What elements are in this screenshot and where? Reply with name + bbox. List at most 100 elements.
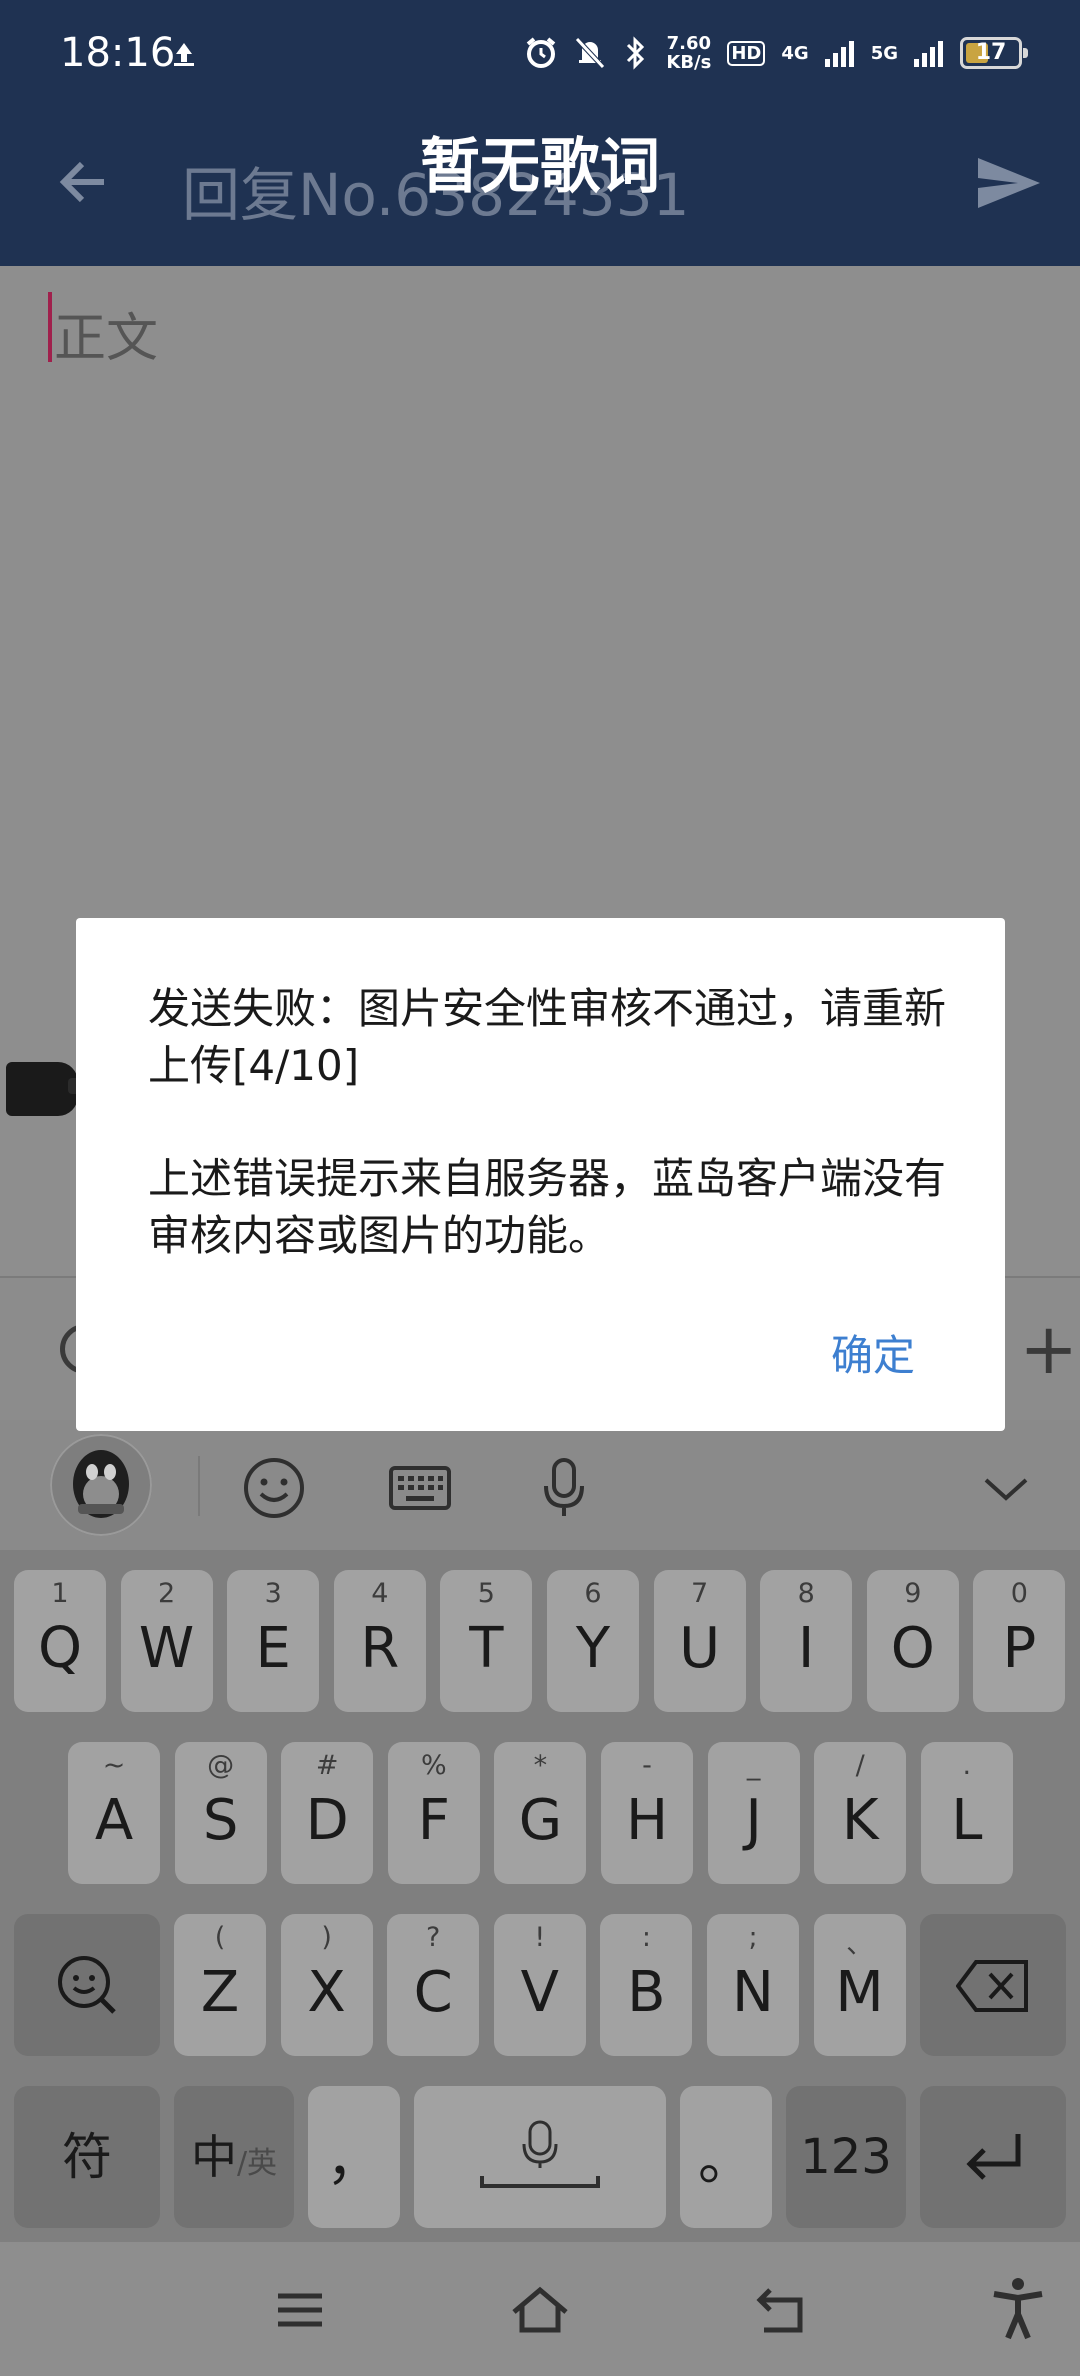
key-secondary-label: 2 xyxy=(158,1578,176,1609)
battery-level: 17 xyxy=(975,40,1007,65)
key-h[interactable]: -H xyxy=(601,1742,693,1884)
status-icons: 7.60 KB/s HD 4G 5G 17 xyxy=(524,30,1028,76)
key-secondary-label: ; xyxy=(748,1922,758,1953)
key-b[interactable]: :B xyxy=(600,1914,693,2056)
key-l[interactable]: .L xyxy=(920,1742,1013,1884)
key-label: M xyxy=(835,1960,884,2025)
key-label: A xyxy=(94,1788,134,1853)
key-secondary-label: ? xyxy=(426,1922,441,1953)
language-toggle-key[interactable]: 中/英 xyxy=(174,2086,294,2228)
key-secondary-label: ( xyxy=(214,1922,226,1953)
key-label: H xyxy=(625,1788,669,1853)
key-y[interactable]: 6Y xyxy=(547,1570,639,1712)
key-m[interactable]: 、 M xyxy=(813,1914,906,2056)
key-s[interactable]: @ S xyxy=(174,1742,267,1884)
accessibility-icon[interactable] xyxy=(990,2276,1046,2340)
key-t[interactable]: 5T xyxy=(440,1570,533,1712)
hd-badge: HD xyxy=(727,40,766,66)
microphone-icon[interactable] xyxy=(532,1456,596,1520)
key-g[interactable]: * G xyxy=(494,1742,587,1884)
dialog-message-note: 上述错误提示来自服务器，蓝岛客户端没有审核内容或图片的功能。 xyxy=(148,1154,947,1260)
system-nav-bar xyxy=(0,2242,1080,2376)
key-label: R xyxy=(360,1616,400,1681)
key-secondary-label: ! xyxy=(534,1922,546,1953)
comma-key[interactable]: ， xyxy=(308,2086,400,2228)
key-c[interactable]: ? C xyxy=(387,1914,480,2056)
signal-icon xyxy=(824,41,854,67)
key-r[interactable]: 4R xyxy=(333,1570,426,1712)
menu-icon[interactable] xyxy=(272,2282,328,2338)
signal-icon xyxy=(914,41,943,67)
space-key[interactable] xyxy=(414,2086,666,2228)
keyboard-icon[interactable] xyxy=(388,1456,452,1520)
backspace-key[interactable] xyxy=(920,1914,1066,2056)
emoji-key[interactable] xyxy=(14,1914,160,2056)
key-label: N xyxy=(732,1960,774,2025)
smiley-icon[interactable] xyxy=(242,1456,306,1520)
backspace-icon xyxy=(956,1960,1028,2012)
key-label: Z xyxy=(200,1960,240,2025)
key-n[interactable]: ; N xyxy=(707,1914,799,2056)
chevron-down-icon[interactable] xyxy=(976,1456,1036,1520)
key-e[interactable]: 3E xyxy=(227,1570,320,1712)
net-speed: 7.60 KB/s xyxy=(666,33,712,73)
key-v[interactable]: ! V xyxy=(493,1914,586,2056)
numbers-key[interactable]: 123 xyxy=(786,2086,906,2228)
key-p[interactable]: 0P xyxy=(973,1570,1066,1712)
key-secondary-label: _ xyxy=(746,1750,761,1781)
symbol-key[interactable]: 符 xyxy=(14,2086,160,2228)
mute-bell-icon xyxy=(575,37,606,69)
key-o[interactable]: 9O xyxy=(866,1570,959,1712)
key-secondary-label: / xyxy=(855,1750,865,1781)
key-f[interactable]: % F xyxy=(387,1742,480,1884)
key-secondary-label: 9 xyxy=(904,1578,922,1609)
key-secondary-label: 4 xyxy=(371,1578,389,1609)
key-u[interactable]: 7U xyxy=(653,1570,746,1712)
key-i[interactable]: 8I xyxy=(760,1570,853,1712)
period-key[interactable]: 。 xyxy=(680,2086,772,2228)
search-emoji-icon xyxy=(58,1956,116,2014)
key-d[interactable]: # D xyxy=(281,1742,374,1884)
status-time: 18:16 xyxy=(60,30,176,76)
qq-penguin-avatar[interactable] xyxy=(50,1434,152,1536)
confirm-button[interactable]: 确定 xyxy=(831,1322,915,1383)
bluetooth-icon xyxy=(627,36,645,70)
key-k[interactable]: / K xyxy=(814,1742,907,1884)
key-x[interactable]: ) X xyxy=(280,1914,373,2056)
key-label: D xyxy=(305,1788,349,1853)
key-label: U xyxy=(679,1616,721,1681)
key-j[interactable]: _ J xyxy=(707,1742,800,1884)
upload-status-icon xyxy=(174,43,194,66)
sim1-network: 4G xyxy=(781,42,809,64)
home-icon[interactable] xyxy=(510,2282,570,2338)
key-label: W xyxy=(138,1616,195,1681)
lyric-overlay: 暂无歌词 xyxy=(420,132,660,202)
status-bar: 18:16 7.60 KB/s HD 4G 5G 17 xyxy=(0,0,1080,100)
key-label: Q xyxy=(37,1616,83,1681)
key-label: X xyxy=(307,1960,346,2025)
key-label: P xyxy=(1002,1616,1037,1681)
key-secondary-label: * xyxy=(533,1750,548,1781)
battery-icon: 17 xyxy=(960,37,1028,69)
toolbar-divider xyxy=(198,1456,200,1516)
key-label: B xyxy=(627,1960,666,2025)
enter-key[interactable] xyxy=(920,2086,1066,2228)
key-w[interactable]: 2W xyxy=(120,1570,213,1712)
key-label: I xyxy=(797,1616,815,1681)
plus-icon[interactable]: + xyxy=(1019,1314,1078,1384)
key-label: E xyxy=(255,1616,291,1681)
key-q[interactable]: 1Q xyxy=(14,1570,106,1712)
key-a[interactable]: ~ A xyxy=(68,1742,160,1884)
key-label: V xyxy=(520,1960,559,2025)
key-z[interactable]: (Z xyxy=(174,1914,266,2056)
key-secondary-label: # xyxy=(315,1750,339,1781)
back-icon[interactable] xyxy=(752,2282,808,2338)
sim2-network: 5G xyxy=(870,42,898,64)
body-input[interactable]: 正文 xyxy=(54,296,158,371)
key-label: Y xyxy=(575,1616,611,1681)
key-label: L xyxy=(951,1788,983,1853)
keyboard: 符 中/英 ， 。 123 1Q2W3E 4 R 5 T 6 Y 7 U 8 I… xyxy=(0,1550,1080,2242)
key-secondary-label: % xyxy=(420,1750,447,1781)
key-label: J xyxy=(745,1788,762,1853)
key-secondary-label: 、 xyxy=(846,1929,874,1960)
